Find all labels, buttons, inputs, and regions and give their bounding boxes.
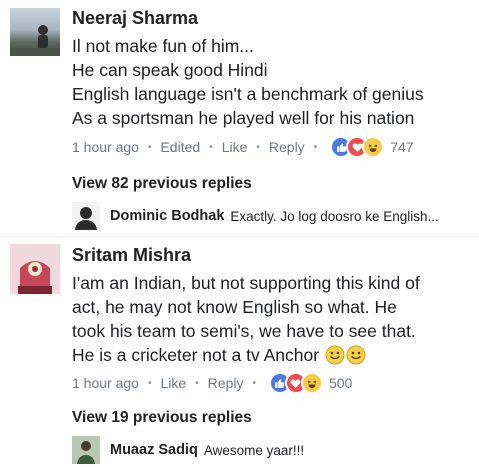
comment-line: took his team to semi's, we have to see … <box>72 321 416 341</box>
temple-deity-icon <box>10 244 60 294</box>
reactions-summary[interactable]: 500 <box>268 372 353 394</box>
separator-dot: • <box>147 377 152 389</box>
reaction-count: 747 <box>390 139 414 155</box>
comment-body: I'am an Indian, but not supporting this … <box>72 271 420 367</box>
comment-line: He can speak good Hindi <box>72 60 268 80</box>
timestamp[interactable]: 1 hour ago <box>72 375 139 391</box>
separator-dot: • <box>147 141 152 153</box>
haha-reaction-icon <box>362 136 385 158</box>
haha-reaction-icon <box>300 372 323 394</box>
comment-meta: 1 hour ago • Edited • Like • Reply • 747 <box>72 136 414 158</box>
reactions-summary[interactable]: 747 <box>330 136 414 158</box>
comment-meta: 1 hour ago • Like • Reply • 500 <box>72 372 352 394</box>
divider <box>0 236 479 237</box>
separator-dot: • <box>313 141 318 153</box>
comment-author[interactable]: Sritam Mishra <box>72 245 191 266</box>
view-previous-replies-link[interactable]: View 82 previous replies <box>72 175 252 193</box>
reaction-count: 500 <box>328 375 353 391</box>
comment-line: I'am an Indian, but not supporting this … <box>72 273 420 293</box>
reply-text: Exactly. Jo log doosro ke English... <box>230 208 439 224</box>
comment-line: act, he may not know English so what. He <box>72 297 397 317</box>
separator-dot: • <box>209 141 213 153</box>
avatar[interactable] <box>10 8 60 56</box>
person-silhouette-icon <box>75 207 97 230</box>
latest-reply[interactable]: Muaaz Sadiq Awesome yaar!!! <box>72 436 304 464</box>
reply-button[interactable]: Reply <box>269 139 305 155</box>
latest-reply[interactable]: Dominic Bodhak Exactly. Jo log doosro ke… <box>72 202 439 230</box>
comment-line: English language isn't a benchmark of ge… <box>72 84 424 104</box>
like-button[interactable]: Like <box>160 375 186 391</box>
view-previous-replies-link[interactable]: View 19 previous replies <box>72 409 252 427</box>
reply-avatar[interactable] <box>72 202 100 230</box>
reply-button[interactable]: Reply <box>208 375 244 391</box>
comment-line: As a sportsman he played well for his na… <box>72 108 415 128</box>
comment-line: He is a cricketer not a tv Anchor <box>72 345 320 365</box>
separator-dot: • <box>252 377 256 389</box>
reply-avatar[interactable] <box>72 436 100 464</box>
comment-line: Il not make fun of him... <box>72 36 254 56</box>
timestamp[interactable]: 1 hour ago <box>72 139 139 155</box>
reply-author[interactable]: Muaaz Sadiq <box>110 442 198 458</box>
separator-dot: • <box>256 141 260 153</box>
reply-text: Awesome yaar!!! <box>203 442 305 458</box>
reply-author[interactable]: Dominic Bodhak <box>110 208 224 224</box>
smile-emoji-icon <box>325 345 366 365</box>
like-button[interactable]: Like <box>222 139 248 155</box>
separator-dot: • <box>195 377 199 389</box>
comment-author[interactable]: Neeraj Sharma <box>72 8 198 29</box>
comment-body: Il not make fun of him... He can speak g… <box>72 34 424 130</box>
avatar[interactable] <box>10 244 60 294</box>
person-photo-icon <box>72 436 100 464</box>
comment-line-with-emoji: He is a cricketer not a tv Anchor <box>72 343 420 367</box>
person-silhouette-icon <box>10 25 60 56</box>
edited-label[interactable]: Edited <box>160 139 200 155</box>
